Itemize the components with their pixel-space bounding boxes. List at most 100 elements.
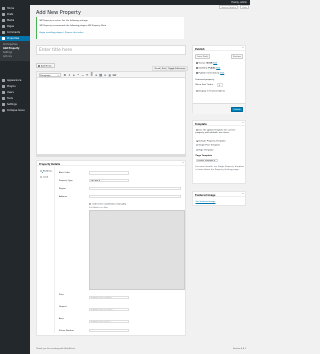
sidebar-collapse-menu[interactable]: Collapse menu [0, 108, 30, 113]
sidebar-item-comments[interactable]: Comments [0, 30, 30, 35]
chevron-up-icon[interactable]: ▴ [242, 193, 243, 195]
bullet-list-icon[interactable]: ≡ [72, 74, 75, 77]
property-type-value: For Sale [90, 180, 99, 183]
horizontal-line-icon[interactable]: — [81, 74, 84, 77]
sidebar-item-users[interactable]: Users [0, 90, 30, 95]
field-label: Address [59, 195, 67, 198]
save-draft-button[interactable]: Save Draft [195, 54, 210, 59]
property-type-label: Building [42, 170, 52, 173]
manual-coords-checkbox[interactable] [89, 202, 92, 205]
sidebar-item-posts[interactable]: Posts [0, 12, 30, 17]
add-media-button[interactable]: Add Media [36, 63, 55, 68]
editor-status-bar [36, 155, 186, 157]
properties-submenu: All Properties Add Property Settings Add… [0, 41, 30, 61]
featured-image-box: Featured Image ▴ Set featured image [192, 191, 246, 206]
notice-line: WP Property is active. Set the following… [39, 19, 89, 22]
status-value: Draft [206, 62, 213, 65]
chevron-up-icon[interactable]: ▴ [242, 47, 243, 49]
sidebar-item-label: Settings [7, 103, 17, 107]
menu-order-label: Menu Sort Order: [195, 84, 214, 86]
property-type-label: Land [42, 176, 49, 179]
page-template-label: Page Template [195, 155, 213, 157]
location-map[interactable] [89, 210, 185, 290]
sidebar-item-plugins[interactable]: Plugins [0, 84, 30, 89]
template-heading: Template [195, 122, 207, 126]
template-option: Default Property Template [195, 139, 226, 143]
notice-line: WP Property recommends the following plu… [39, 25, 107, 27]
align-center-icon[interactable]: ≣ [90, 74, 93, 77]
submenu-settings[interactable]: Settings [3, 51, 12, 54]
field-label: Deposit [59, 306, 67, 308]
publish-button[interactable]: Publish [231, 107, 243, 112]
keyboard-icon[interactable]: ⌨ [113, 74, 117, 77]
template-note: For more details, see Single Property Te… [195, 166, 244, 171]
preview-button[interactable]: Preview [230, 54, 243, 59]
template-option: Single Post Template [195, 144, 221, 147]
area-input[interactable]: Number only (in m2) [89, 319, 129, 324]
admin-user-menu[interactable]: Howdy, admin [231, 1, 247, 4]
sidebar-item-pages[interactable]: Pages [0, 24, 30, 29]
users-icon [2, 91, 5, 94]
phone-input[interactable] [89, 328, 129, 333]
unlink-icon[interactable]: ⊘ [104, 74, 107, 77]
sidebar-item-label: Appearance [7, 79, 22, 83]
region-input[interactable] [89, 186, 181, 191]
publish-time-row: Publish immediately Edit [195, 71, 224, 74]
chevron-up-icon[interactable]: ▴ [182, 162, 183, 164]
align-right-icon[interactable]: ≡ [95, 74, 98, 77]
address-input[interactable] [89, 194, 181, 199]
post-title-input[interactable]: Enter title here [36, 45, 186, 55]
property-details-heading: Property Details [39, 162, 61, 166]
submenu-add-property[interactable]: Add Property [3, 47, 19, 50]
bold-icon[interactable]: B [63, 74, 66, 77]
table-icon[interactable]: ▦ [108, 74, 111, 77]
visibility-edit-link[interactable]: Edit [216, 67, 220, 69]
deposit-input[interactable]: Number only (in cents) [89, 307, 129, 312]
align-left-icon[interactable]: ☰ [86, 74, 89, 77]
featured-image-heading: Featured Image [195, 193, 216, 197]
property-type-option: Building [40, 170, 51, 173]
chevron-down-icon: ▾ [99, 180, 100, 183]
page-template-value: Default Template [197, 160, 214, 163]
sidebar-item-label: Pages [7, 25, 15, 29]
publish-time-edit-link[interactable]: Edit [220, 72, 224, 74]
blockquote-icon[interactable]: ❝ [77, 74, 80, 77]
template-radio[interactable] [195, 148, 198, 151]
italic-icon[interactable]: I [68, 74, 71, 77]
template-radio[interactable] [195, 139, 199, 143]
field-label: Alert Order [59, 172, 71, 174]
template-option-label: Single Post Template [198, 144, 221, 147]
editor-text-area[interactable] [36, 77, 186, 155]
featured-image-heading-bar: Featured Image ▴ [193, 192, 245, 198]
collapse-icon [2, 109, 5, 112]
template-radio[interactable] [195, 144, 198, 147]
sidebar-item-appearance[interactable]: Appearance [0, 78, 30, 83]
page-icon [2, 25, 5, 28]
link-icon[interactable]: ⛓ [99, 74, 102, 77]
sidebar-item-tools[interactable]: Tools [0, 96, 30, 101]
property-type-select[interactable]: For Sale ▾ [89, 178, 129, 183]
sidebar-item-settings[interactable]: Settings [0, 102, 30, 107]
field-label: Price [59, 294, 64, 296]
sidebar-item-home[interactable]: Home [0, 6, 30, 11]
help-tab[interactable]: Help [240, 5, 249, 9]
price-input[interactable]: Number only (Dollars) [89, 295, 129, 300]
screen-options-tab[interactable]: Screen Options [219, 5, 238, 9]
menu-order-row: Menu Sort Order: [196, 84, 214, 86]
alert-order-input[interactable] [89, 171, 129, 175]
notice-actions-link[interactable]: Begin installing plugins | Dismiss this … [40, 32, 84, 34]
featured-areas-label: Display in Featured Areas [198, 90, 226, 93]
property-type-radio[interactable] [40, 175, 43, 178]
set-featured-image-link[interactable]: Set featured image [196, 201, 216, 203]
field-label: Region [59, 187, 66, 190]
status-edit-link[interactable]: Edit [213, 62, 217, 64]
sidebar-item-media[interactable]: Media [0, 18, 30, 23]
toggle-fullscreen-button[interactable]: Toggle Fullscreen [166, 66, 188, 71]
page-template-select[interactable]: Default Template ▾ [195, 158, 218, 163]
submenu-all-properties[interactable]: All Properties [3, 43, 17, 46]
chevron-up-icon[interactable]: ▴ [242, 122, 243, 124]
property-type-radio[interactable] [40, 170, 43, 173]
submenu-add-ons[interactable]: Add-ons [3, 55, 12, 58]
menu-order-input[interactable]: 0 [217, 83, 223, 87]
camera-icon [37, 65, 41, 68]
